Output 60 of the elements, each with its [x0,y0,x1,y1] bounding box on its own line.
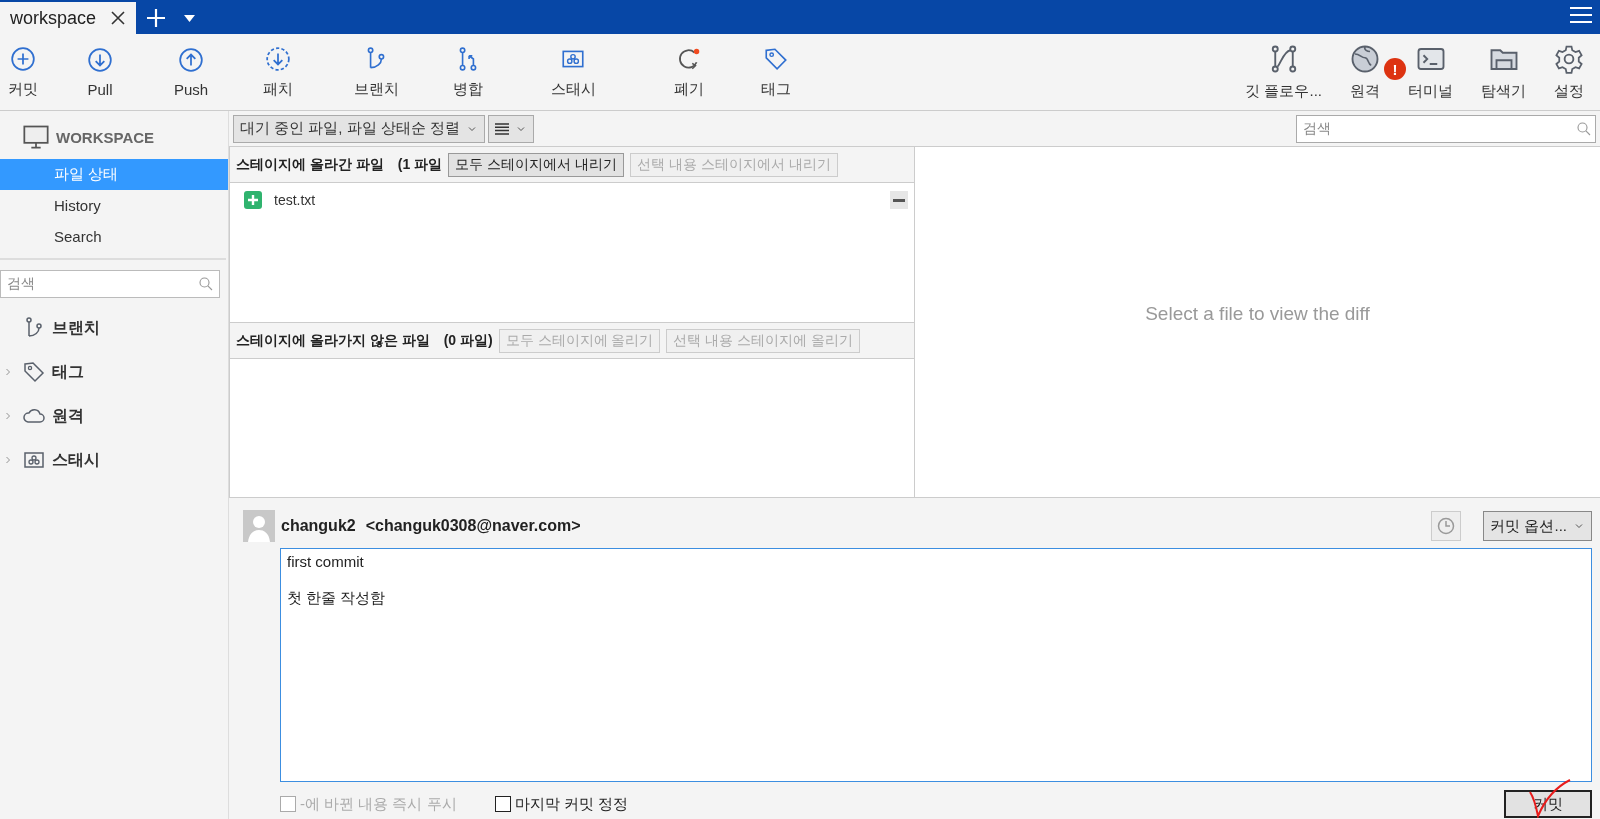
workspace-heading: WORKSPACE [56,128,155,146]
globe-icon [1350,43,1380,74]
menu-icon[interactable] [1570,6,1592,24]
plus-circle-icon [10,45,36,72]
toolbar-button[interactable]: 패치 [242,34,314,110]
dropdown-caret-icon[interactable] [184,15,196,22]
minus-icon [893,198,905,202]
sidebar-section[interactable]: 원격 [0,394,228,438]
up-arrow-circle-icon [178,46,204,73]
toolbar-button[interactable]: Pull [60,34,140,110]
stage-button[interactable]: 모두 스테이지에서 내리기 [448,152,624,177]
tab[interactable]: workspace [0,2,137,34]
toolbar-button[interactable]: 탐색기 [1481,34,1526,110]
tag-icon [22,360,46,384]
file-count: (1 파일 [397,155,443,174]
empty-diff-message: Select a file to view the diff [1145,303,1370,325]
toolbar-button[interactable]: 병합 [438,34,498,110]
tag-icon [763,45,789,72]
toolbar-button[interactable]: 폐기 [648,34,730,110]
search-icon [1575,119,1593,138]
sidebar-item[interactable]: History [0,190,228,221]
sidebar-section[interactable]: 스태시 [0,438,228,482]
search-field[interactable]: 검색 [1296,114,1596,143]
toolbar-button[interactable]: 깃 플로우... [1245,34,1322,110]
toolbar-button[interactable]: 설정 [1554,34,1584,110]
file-count: (0 파일) [443,331,493,350]
commit-message-field[interactable]: first commit 첫 한줄 작성함 [280,548,1592,782]
panel-title: 스테이지에 올라간 파일 [236,155,384,174]
sort-dropdown[interactable]: 대기 중인 파일, 파일 상태순 정렬 [233,114,485,143]
author-email: <changuk0308@naver.com> [365,517,581,535]
toolbar-button[interactable]: 커밋 [2,34,44,110]
search-icon [197,275,215,293]
search-field[interactable]: 검색 [0,270,220,298]
toolbar-button[interactable]: 스태시 [514,34,632,110]
alert-badge: ! [1384,58,1406,80]
file-name[interactable]: test.txt [274,192,316,208]
sidebar-section[interactable]: 브랜치 [0,306,228,350]
list-icon [495,122,509,135]
commit-options-dropdown[interactable]: 커밋 옵션... [1483,511,1592,541]
panel-title: 스테이지에 올라가지 않은 파일 [236,331,430,350]
add-tab-icon[interactable] [146,8,167,28]
checkbox[interactable] [494,796,511,812]
checkbox-label: 마지막 커밋 정정 [514,794,628,814]
toolbar-button[interactable]: 태그 [746,34,806,110]
toolbar-button[interactable]: 브랜치 [330,34,422,110]
author-name: changuk2 [281,517,356,535]
toolbar-button[interactable]: 터미널 [1408,34,1453,110]
sidebar-section[interactable]: 태그 [0,350,228,394]
close-icon[interactable] [110,10,127,26]
toolbar-button[interactable]: Push [156,34,226,110]
checkbox-label: -에 바뀐 내용 즉시 푸시 [300,794,457,814]
unstage-button[interactable] [890,191,908,209]
tab-label: workspace [10,7,97,29]
view-options-dropdown[interactable] [488,114,534,143]
clock-icon [1437,517,1456,535]
settings-icon [1554,43,1584,74]
monitor-icon [22,123,50,151]
added-file-icon [244,191,262,209]
down-arrow-circle-icon [87,46,113,73]
sidebar-item[interactable]: Search [0,221,228,252]
